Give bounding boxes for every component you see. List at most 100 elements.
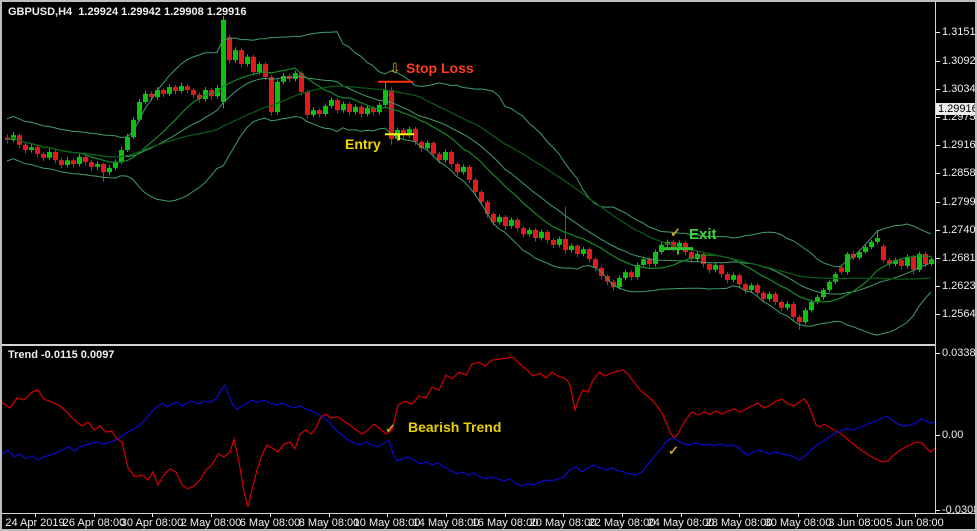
candle-bear bbox=[485, 202, 490, 215]
candle-bear bbox=[389, 89, 394, 140]
indicator-tick bbox=[936, 435, 940, 436]
candle-bear bbox=[269, 77, 274, 113]
candle-bear bbox=[551, 239, 556, 245]
candle-bull bbox=[365, 107, 370, 115]
candle-bear bbox=[89, 162, 94, 167]
time-tick-label: 28 May 08:00 bbox=[705, 517, 773, 529]
bearish-trend-label[interactable]: Bearish Trend bbox=[408, 419, 501, 435]
candle-bear bbox=[719, 264, 724, 275]
chart-title: GBPUSD,H4 1.29924 1.29942 1.29908 1.2991… bbox=[8, 6, 247, 18]
candle-bull bbox=[383, 89, 388, 105]
candle-bull bbox=[353, 106, 358, 113]
candle-bear bbox=[545, 231, 550, 240]
candle-bear bbox=[227, 37, 232, 61]
candle-bear bbox=[251, 56, 256, 73]
time-tick-label: 16 May 08:00 bbox=[471, 517, 539, 529]
candle-bear bbox=[317, 110, 322, 115]
main-chart-canvas[interactable] bbox=[2, 2, 935, 343]
candle-bull bbox=[341, 103, 346, 111]
candle-bull bbox=[509, 219, 514, 227]
indicator-name-label: Trend bbox=[8, 349, 38, 361]
time-tick-label: 8 May 08:00 bbox=[298, 517, 360, 529]
price-tick bbox=[936, 258, 940, 259]
stop-loss-label[interactable]: Stop Loss bbox=[406, 60, 474, 76]
exit-check-icon[interactable]: ✓ bbox=[670, 225, 681, 241]
price-tick-label: 1.28580 bbox=[942, 167, 976, 179]
candle-bear bbox=[191, 89, 196, 95]
candle-bear bbox=[185, 86, 190, 90]
entry-label[interactable]: Entry bbox=[345, 136, 381, 152]
candle-bull bbox=[461, 166, 466, 173]
candle-bear bbox=[413, 128, 418, 142]
candle-bull bbox=[617, 277, 622, 288]
time-tick-label: 24 May 08:00 bbox=[647, 517, 715, 529]
candle-bull bbox=[731, 275, 736, 280]
price-tick-label: 1.31510 bbox=[942, 26, 976, 38]
price-tick-label: 1.30340 bbox=[942, 83, 976, 95]
indicator-tick bbox=[936, 510, 940, 511]
candle-bear bbox=[755, 285, 760, 293]
candle-bull bbox=[869, 241, 874, 248]
bearish-check-icon[interactable]: ✓ bbox=[385, 421, 396, 437]
price-tick bbox=[936, 145, 940, 146]
candle-bull bbox=[749, 285, 754, 290]
candle-bear bbox=[53, 152, 58, 161]
candle-bull bbox=[497, 216, 502, 223]
time-tick-label: 2 May 08:00 bbox=[180, 517, 242, 529]
candle-bull bbox=[623, 272, 628, 278]
candle-bull bbox=[803, 310, 808, 323]
indicator-tick-label: 0.0338 bbox=[942, 347, 976, 359]
candle-bull bbox=[875, 238, 880, 242]
candle-bull bbox=[281, 76, 286, 82]
price-tick-label: 1.27990 bbox=[942, 196, 976, 208]
time-tick-label: 30 Apr 08:00 bbox=[120, 517, 184, 529]
candle-bull bbox=[659, 244, 664, 252]
price-tick-label: 1.26810 bbox=[942, 252, 976, 264]
candle-bear bbox=[473, 179, 478, 192]
candle-bear bbox=[629, 272, 634, 277]
exit-label[interactable]: Exit bbox=[689, 226, 717, 243]
candle-bull bbox=[863, 247, 868, 252]
candle-bear bbox=[797, 316, 802, 323]
candle-bull bbox=[845, 253, 850, 273]
candle-bull bbox=[785, 303, 790, 308]
candle-bear bbox=[41, 153, 46, 158]
stop-loss-arrow-icon[interactable]: ⇩ bbox=[389, 60, 401, 77]
oscillator-cross-check-icon[interactable]: ✓ bbox=[668, 443, 679, 459]
indicator-value-blue: 0.0097 bbox=[80, 349, 115, 361]
candle-bear bbox=[725, 274, 730, 280]
trend-blue-line bbox=[2, 383, 935, 487]
price-tick bbox=[936, 117, 940, 118]
candle-bear bbox=[479, 191, 484, 202]
time-tick-label: 5 Jun 08:00 bbox=[886, 517, 944, 529]
candle-bear bbox=[359, 106, 364, 115]
candle-bull bbox=[167, 87, 172, 94]
chart-window: GBPUSD,H4 1.29924 1.29942 1.29908 1.2991… bbox=[0, 0, 977, 531]
price-tick-label: 1.30920 bbox=[942, 55, 976, 67]
indicator-tick-label: -0.0308 bbox=[942, 504, 977, 516]
candle-bull bbox=[257, 64, 262, 73]
candle-bull bbox=[29, 147, 34, 151]
candle-bear bbox=[839, 267, 844, 273]
panel-separator[interactable] bbox=[2, 344, 935, 346]
price-tick bbox=[936, 314, 940, 315]
indicator-value-red: -0.0115 bbox=[41, 349, 78, 361]
price-tick bbox=[936, 89, 940, 90]
candle-bull bbox=[275, 81, 280, 113]
candle-bear bbox=[173, 87, 178, 91]
candle-bear bbox=[263, 64, 268, 77]
time-tick-label: 10 May 08:00 bbox=[353, 517, 421, 529]
candle-bear bbox=[779, 302, 784, 308]
candle-bear bbox=[593, 259, 598, 268]
candle-bear bbox=[521, 227, 526, 235]
time-tick-label: 6 May 08:00 bbox=[239, 517, 301, 529]
candle-bull bbox=[179, 86, 184, 91]
candle-bear bbox=[743, 284, 748, 290]
time-tick-label: 22 May 08:00 bbox=[588, 517, 656, 529]
candle-bear bbox=[899, 260, 904, 266]
candle-bull bbox=[143, 93, 148, 102]
candle-bear bbox=[335, 100, 340, 111]
time-tick-label: 3 Jun 08:00 bbox=[828, 517, 886, 529]
candle-bear bbox=[347, 103, 352, 113]
time-tick-label: 24 Apr 2019 bbox=[5, 517, 65, 529]
